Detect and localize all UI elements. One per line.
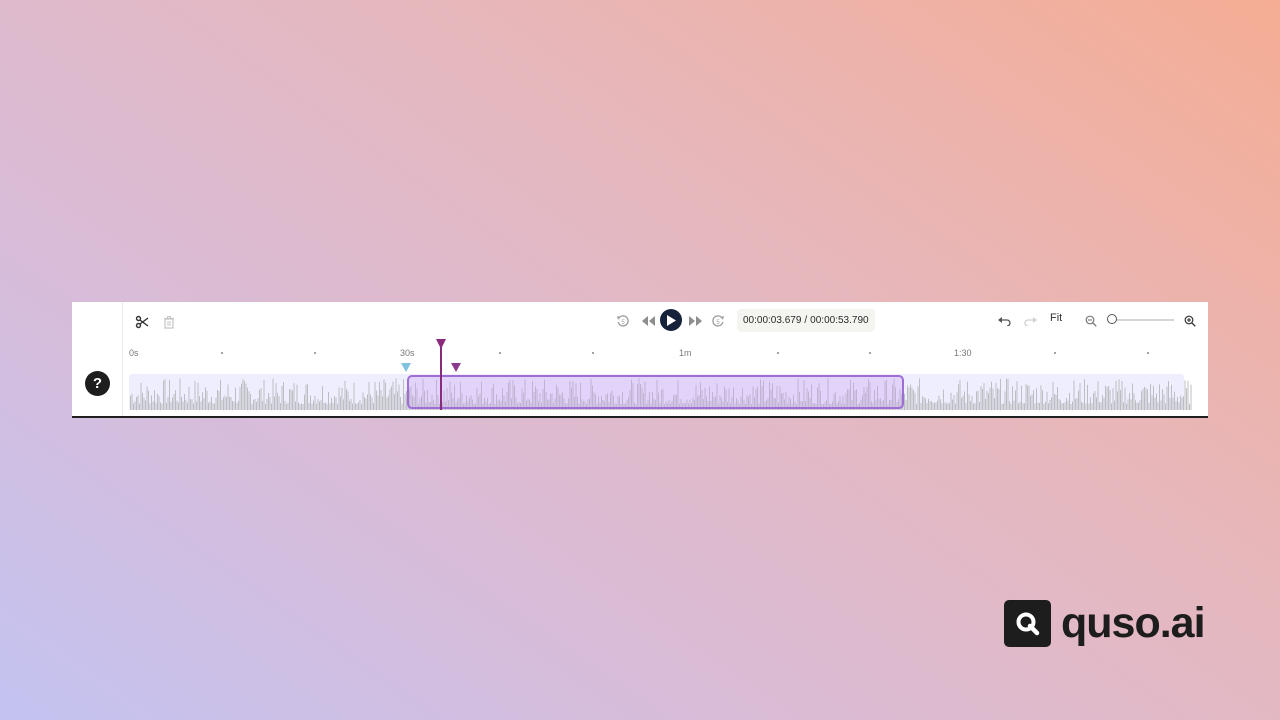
ruler-tick <box>592 352 594 354</box>
ruler-tick <box>221 352 223 354</box>
brand-logo: quso.ai <box>1004 599 1206 647</box>
help-sidebar: ? <box>72 302 123 416</box>
zoom-in-icon[interactable] <box>1182 313 1198 329</box>
time-separator: / <box>804 315 808 326</box>
logo-mark-icon <box>1004 600 1051 647</box>
play-icon <box>667 314 676 326</box>
undo-icon[interactable] <box>996 313 1012 329</box>
ruler-tick <box>1054 352 1056 354</box>
ruler-tick <box>777 352 779 354</box>
skip-forward-icon[interactable] <box>687 314 703 328</box>
rewind-5s-icon[interactable]: 5 <box>615 313 631 329</box>
timeline-editor: ? 5 5 00:00:03.679 / 00:00:53.790 Fit 0s… <box>72 302 1208 418</box>
play-button[interactable] <box>660 309 682 331</box>
logo-text: quso.ai <box>1061 599 1206 647</box>
current-time: 00:00:03.679 <box>743 315 802 326</box>
total-time: 00:00:53.790 <box>810 315 869 326</box>
playhead-handle[interactable] <box>436 339 446 349</box>
fit-button[interactable]: Fit <box>1050 312 1062 324</box>
zoom-slider-handle[interactable] <box>1107 314 1117 324</box>
ruler-label-0s: 0s <box>129 348 139 358</box>
ruler-label-1m: 1m <box>679 348 692 358</box>
ruler-tick <box>1147 352 1149 354</box>
ruler-tick <box>499 352 501 354</box>
scissors-icon[interactable] <box>134 314 150 330</box>
playhead-line[interactable] <box>440 340 442 410</box>
skip-back-icon[interactable] <box>640 314 656 328</box>
selected-clip-region[interactable] <box>407 375 904 409</box>
zoom-out-icon[interactable] <box>1083 313 1099 329</box>
trash-icon[interactable] <box>161 314 177 330</box>
ruler-tick <box>869 352 871 354</box>
ruler-label-30s: 30s <box>400 348 415 358</box>
forward-5s-icon[interactable]: 5 <box>710 313 726 329</box>
ruler-label-1-30: 1:30 <box>954 348 972 358</box>
clip-start-marker[interactable] <box>401 363 411 372</box>
help-button[interactable]: ? <box>85 371 110 396</box>
zoom-slider-track[interactable] <box>1113 319 1174 321</box>
redo-icon[interactable] <box>1022 313 1038 329</box>
time-display: 00:00:03.679 / 00:00:53.790 <box>737 309 875 332</box>
clip-end-marker[interactable] <box>451 363 461 372</box>
ruler-tick <box>314 352 316 354</box>
